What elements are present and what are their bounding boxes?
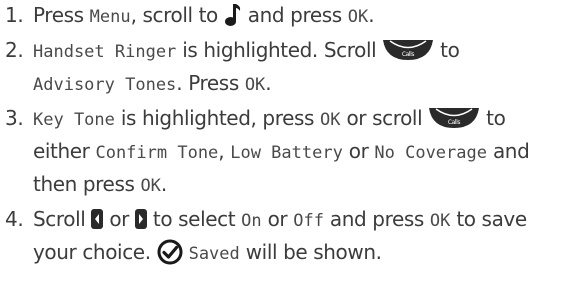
step-text: to bbox=[434, 38, 460, 62]
check-circle-icon bbox=[157, 239, 183, 265]
step-text: and press bbox=[241, 3, 348, 27]
step-text: and press bbox=[323, 207, 430, 231]
step-2: 2. Handset Ringer is highlighted. Scroll… bbox=[5, 35, 585, 101]
display-text-no-coverage: No Coverage bbox=[374, 143, 487, 163]
step-4: 4. Scroll or to select On or Off and pre… bbox=[5, 204, 585, 270]
step-text: . bbox=[265, 71, 272, 95]
step-text: is highlighted, press bbox=[114, 106, 321, 130]
display-text-ok: OK bbox=[320, 110, 341, 130]
step-text: is highlighted. Scroll bbox=[176, 38, 383, 62]
calls-key-label: Calls bbox=[402, 51, 415, 58]
step-text: either bbox=[33, 139, 96, 163]
display-text-advisory-tones: Advisory Tones bbox=[33, 75, 177, 95]
step-text: , bbox=[218, 139, 231, 163]
display-text-saved: Saved bbox=[188, 244, 240, 264]
display-text-ok: OK bbox=[429, 211, 451, 231]
scroll-down-key-icon: Calls bbox=[382, 39, 434, 61]
step-text: Scroll bbox=[33, 207, 92, 231]
display-text-handset-ringer: Handset Ringer bbox=[33, 42, 177, 62]
display-text-ok: OK bbox=[140, 176, 161, 196]
step-text: Press bbox=[33, 3, 90, 27]
music-note-icon bbox=[224, 3, 242, 27]
step-text: or bbox=[342, 139, 375, 163]
display-text-key-tone: Key Tone bbox=[33, 110, 115, 130]
step-number: 3. bbox=[5, 106, 24, 130]
step-number: 2. bbox=[5, 38, 24, 62]
step-text: or bbox=[103, 207, 135, 231]
display-text-on: On bbox=[241, 211, 262, 231]
step-3: 3. Key Tone is highlighted, press OK or … bbox=[5, 103, 585, 202]
display-text-low-battery: Low Battery bbox=[230, 143, 343, 163]
step-text: to bbox=[480, 106, 506, 130]
scroll-down-key-icon: Calls bbox=[428, 107, 480, 129]
step-text: . bbox=[160, 172, 167, 196]
instruction-steps: 1. Press Menu, scroll to and press OK. 2… bbox=[5, 0, 585, 272]
step-1: 1. Press Menu, scroll to and press OK. bbox=[5, 0, 585, 33]
step-number: 1. bbox=[5, 3, 24, 27]
display-text-ok: OK bbox=[347, 7, 369, 27]
step-text: and bbox=[486, 139, 530, 163]
display-text-ok: OK bbox=[244, 75, 266, 95]
calls-key-label: Calls bbox=[448, 119, 461, 126]
left-arrow-key-icon bbox=[91, 208, 104, 229]
step-text: or scroll bbox=[340, 106, 429, 130]
display-text-off: Off bbox=[293, 211, 324, 231]
step-text: , scroll to bbox=[130, 3, 224, 27]
step-text: your choice. bbox=[33, 240, 157, 264]
step-text: to save bbox=[450, 207, 527, 231]
step-text: . bbox=[368, 3, 375, 27]
right-arrow-key-icon bbox=[134, 208, 147, 229]
display-text-confirm-tone: Confirm Tone bbox=[95, 143, 219, 163]
step-text: to select bbox=[146, 207, 242, 231]
step-text: or bbox=[261, 207, 294, 231]
step-text: then press bbox=[33, 172, 141, 196]
step-text: . Press bbox=[176, 71, 245, 95]
step-number: 4. bbox=[5, 207, 24, 231]
display-text-menu: Menu bbox=[89, 7, 131, 27]
step-text: will be shown. bbox=[239, 240, 382, 264]
